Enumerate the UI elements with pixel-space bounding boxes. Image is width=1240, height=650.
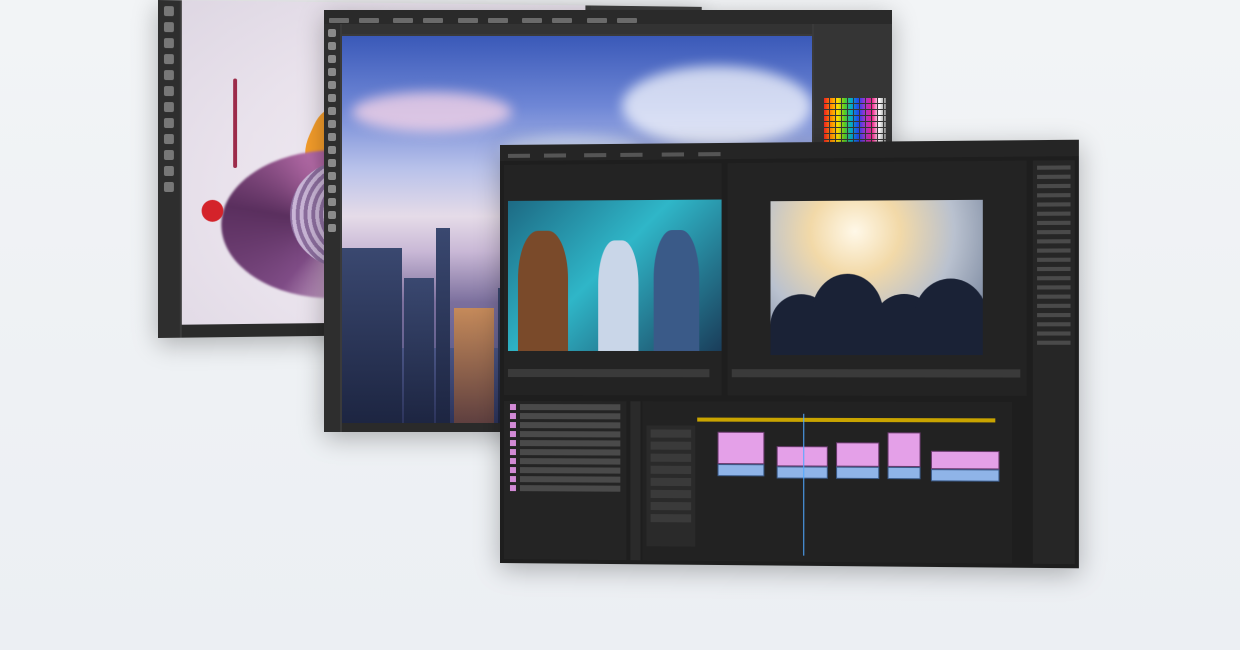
menu-bar[interactable] [324, 10, 892, 24]
menu-item[interactable] [457, 18, 478, 23]
tool-icon[interactable] [328, 211, 336, 219]
tool-icon[interactable] [328, 55, 336, 63]
audio-clip[interactable] [930, 469, 1000, 482]
tool-icon[interactable] [328, 42, 336, 50]
tool-icon[interactable] [328, 133, 336, 141]
project-item[interactable] [509, 413, 621, 420]
project-item[interactable] [509, 458, 621, 465]
paint-dot [201, 199, 224, 222]
project-item[interactable] [509, 422, 621, 429]
tool-icon[interactable] [328, 29, 336, 37]
project-item[interactable] [509, 404, 621, 411]
tools-panel[interactable] [158, 0, 180, 338]
tool-icon[interactable] [163, 166, 174, 176]
tool-icon[interactable] [163, 6, 174, 17]
performer [517, 230, 569, 351]
paint-drip [233, 78, 238, 169]
project-item[interactable] [509, 449, 621, 456]
tool-icon[interactable] [163, 70, 174, 81]
tool-icon[interactable] [328, 107, 336, 115]
tool-icon[interactable] [328, 172, 336, 180]
project-item[interactable] [509, 485, 621, 492]
timeline-ruler[interactable] [697, 417, 996, 423]
menu-item[interactable] [698, 152, 721, 157]
menu-item[interactable] [543, 153, 567, 158]
menu-item[interactable] [552, 18, 573, 23]
tool-icon[interactable] [328, 198, 336, 206]
tool-icon[interactable] [328, 146, 336, 154]
menu-item[interactable] [522, 18, 543, 23]
video-clip[interactable] [776, 446, 828, 467]
tool-icon[interactable] [328, 185, 336, 193]
tool-icon[interactable] [163, 134, 174, 145]
project-item[interactable] [509, 467, 621, 474]
document-tab[interactable] [342, 24, 812, 34]
menu-item[interactable] [616, 18, 637, 23]
project-item[interactable] [509, 476, 621, 483]
project-item[interactable] [509, 440, 621, 447]
menu-item[interactable] [661, 152, 684, 157]
source-video-frame[interactable] [507, 199, 722, 351]
crowd [914, 278, 983, 356]
tool-icon[interactable] [163, 86, 174, 97]
audio-clip[interactable] [836, 466, 880, 480]
performer [598, 240, 639, 351]
menu-item[interactable] [507, 153, 530, 158]
tool-icon[interactable] [328, 120, 336, 128]
menu-item[interactable] [584, 153, 607, 158]
tool-icon[interactable] [163, 38, 174, 49]
playhead[interactable] [803, 413, 805, 556]
premiere-window [500, 139, 1079, 569]
monitor-controls[interactable] [507, 369, 710, 378]
audio-clip[interactable] [887, 466, 921, 480]
menu-item[interactable] [586, 18, 607, 23]
monitor-controls[interactable] [731, 369, 1021, 378]
effects-panel[interactable] [1032, 160, 1075, 565]
cloud [622, 66, 812, 146]
building [342, 248, 402, 428]
menu-item[interactable] [393, 18, 414, 23]
menu-item[interactable] [620, 152, 643, 157]
timeline-panel[interactable] [642, 401, 1012, 564]
track-headers[interactable] [646, 425, 696, 547]
cloud [352, 92, 512, 132]
video-clip[interactable] [717, 431, 765, 465]
program-video-frame[interactable] [770, 199, 983, 356]
tools-panel[interactable] [630, 401, 641, 561]
tool-icon[interactable] [328, 81, 336, 89]
building [454, 308, 494, 428]
performer [653, 229, 700, 351]
building [436, 228, 450, 428]
menu-item[interactable] [329, 18, 349, 23]
tool-icon[interactable] [328, 224, 336, 232]
tool-icon[interactable] [163, 22, 174, 33]
audio-clip[interactable] [717, 464, 765, 477]
audio-clip[interactable] [776, 466, 828, 479]
video-clip[interactable] [836, 442, 880, 467]
tool-icon[interactable] [163, 150, 174, 161]
tool-icon[interactable] [328, 94, 336, 102]
tools-panel[interactable] [324, 24, 340, 432]
video-clip[interactable] [930, 450, 1000, 470]
menu-item[interactable] [359, 18, 379, 23]
tool-icon[interactable] [328, 159, 336, 167]
tool-icon[interactable] [328, 68, 336, 76]
video-clip[interactable] [887, 432, 921, 468]
tool-icon[interactable] [163, 102, 174, 113]
menu-item[interactable] [487, 18, 508, 23]
menu-item[interactable] [423, 18, 444, 23]
building [404, 278, 434, 428]
tool-icon[interactable] [163, 54, 174, 65]
program-monitor[interactable] [727, 160, 1027, 396]
source-monitor[interactable] [503, 163, 722, 396]
project-panel[interactable] [503, 401, 627, 561]
project-item[interactable] [509, 431, 621, 438]
tool-icon[interactable] [163, 118, 174, 129]
tool-icon[interactable] [163, 181, 174, 192]
